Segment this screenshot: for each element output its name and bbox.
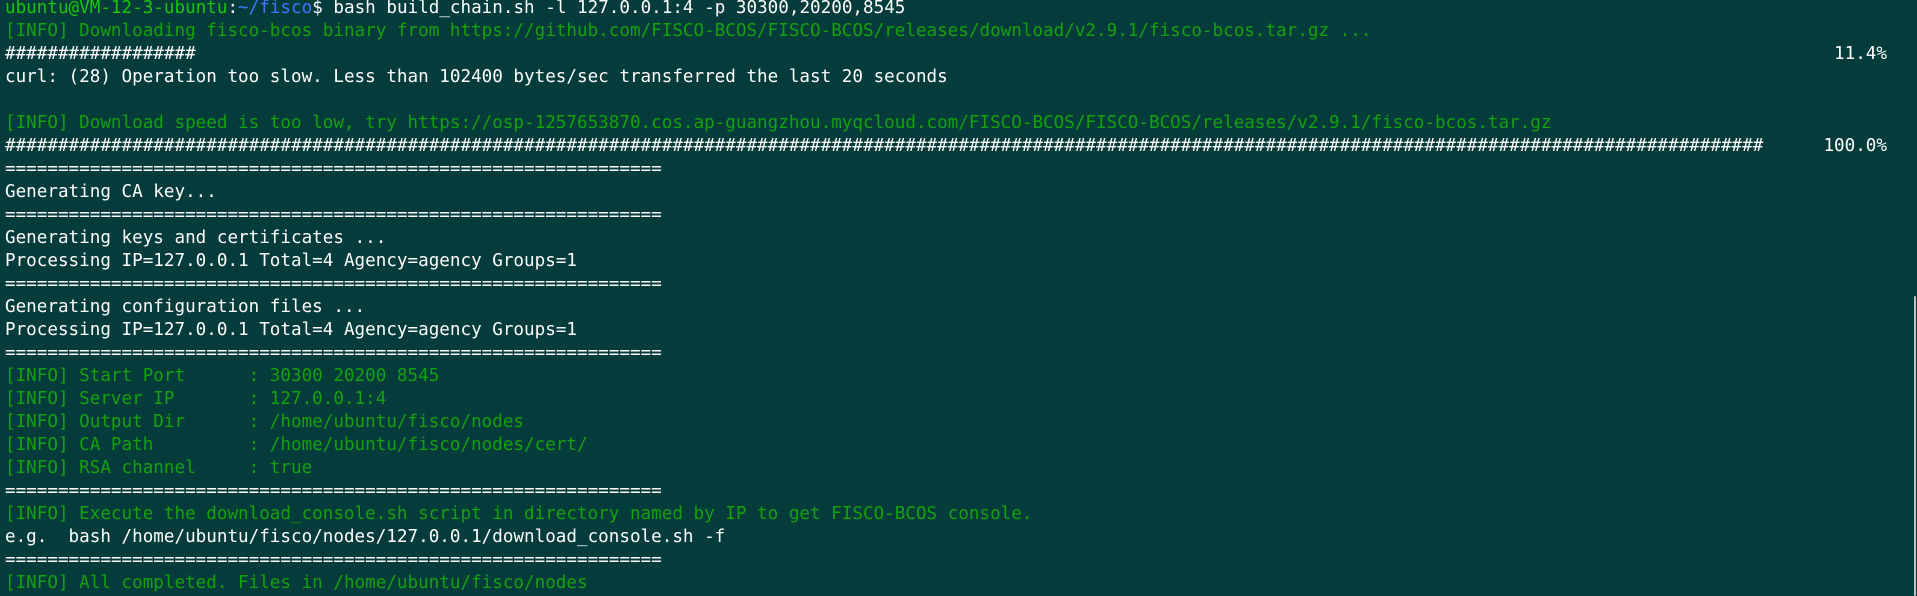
progress-line-1: ################## 11.4%	[5, 43, 1887, 66]
example-command-line: e.g. bash /home/ubuntu/fisco/nodes/127.0…	[5, 527, 726, 547]
separator-line: ========================================…	[5, 205, 662, 225]
info-server-ip-line: [INFO] Server IP : 127.0.0.1:4	[5, 389, 387, 409]
processing-line: Processing IP=127.0.0.1 Total=4 Agency=a…	[5, 320, 577, 340]
separator-line: ========================================…	[5, 550, 662, 570]
processing-line: Processing IP=127.0.0.1 Total=4 Agency=a…	[5, 251, 577, 271]
curl-error-line: curl: (28) Operation too slow. Less than…	[5, 67, 948, 87]
prompt-line: ubuntu@VM-12-3-ubuntu:~/fisco$ bash buil…	[5, 0, 1887, 20]
scrollbar[interactable]	[1905, 0, 1917, 596]
progress-line-2: ########################################…	[5, 135, 1887, 158]
progress-bar-2: ########################################…	[5, 136, 1764, 156]
generating-config-line: Generating configuration files ...	[5, 297, 366, 317]
download-speed-info-line: [INFO] Download speed is too low, try ht…	[5, 113, 1552, 133]
info-rsa-channel-line: [INFO] RSA channel : true	[5, 458, 313, 478]
separator-line: ========================================…	[5, 343, 662, 363]
info-completed-line: [INFO] All completed. Files in /home/ubu…	[5, 573, 588, 593]
scrollbar-thumb[interactable]	[1914, 296, 1916, 596]
progress-bar-1: ##################	[5, 44, 196, 64]
info-ca-path-line: [INFO] CA Path : /home/ubuntu/fisco/node…	[5, 435, 588, 455]
separator-line: ========================================…	[5, 159, 662, 179]
download-info-line: [INFO] Downloading fisco-bcos binary fro…	[5, 21, 1372, 41]
prompt-command: bash build_chain.sh -l 127.0.0.1:4 -p 30…	[322, 0, 906, 18]
prompt-separator: :	[227, 0, 239, 18]
info-output-dir-line: [INFO] Output Dir : /home/ubuntu/fisco/n…	[5, 412, 525, 432]
separator-line: ========================================…	[5, 481, 662, 501]
generating-keys-line: Generating keys and certificates ...	[5, 228, 387, 248]
generating-ca-line: Generating CA key...	[5, 182, 217, 202]
prompt-dollar: $	[312, 0, 323, 18]
progress-percent-2: 100.0%	[1823, 136, 1887, 156]
info-execute-line: [INFO] Execute the download_console.sh s…	[5, 504, 1033, 524]
terminal-window[interactable]: ubuntu@VM-12-3-ubuntu:~/fisco$ bash buil…	[0, 0, 1917, 596]
prompt-cwd: ~/fisco	[238, 0, 313, 18]
terminal-output: ubuntu@VM-12-3-ubuntu:~/fisco$ bash buil…	[5, 0, 1887, 595]
separator-line: ========================================…	[5, 274, 662, 294]
prompt-user-host: ubuntu@VM-12-3-ubuntu	[5, 0, 228, 18]
info-start-port-line: [INFO] Start Port : 30300 20200 8545	[5, 366, 440, 386]
progress-percent-1: 11.4%	[1834, 44, 1887, 64]
